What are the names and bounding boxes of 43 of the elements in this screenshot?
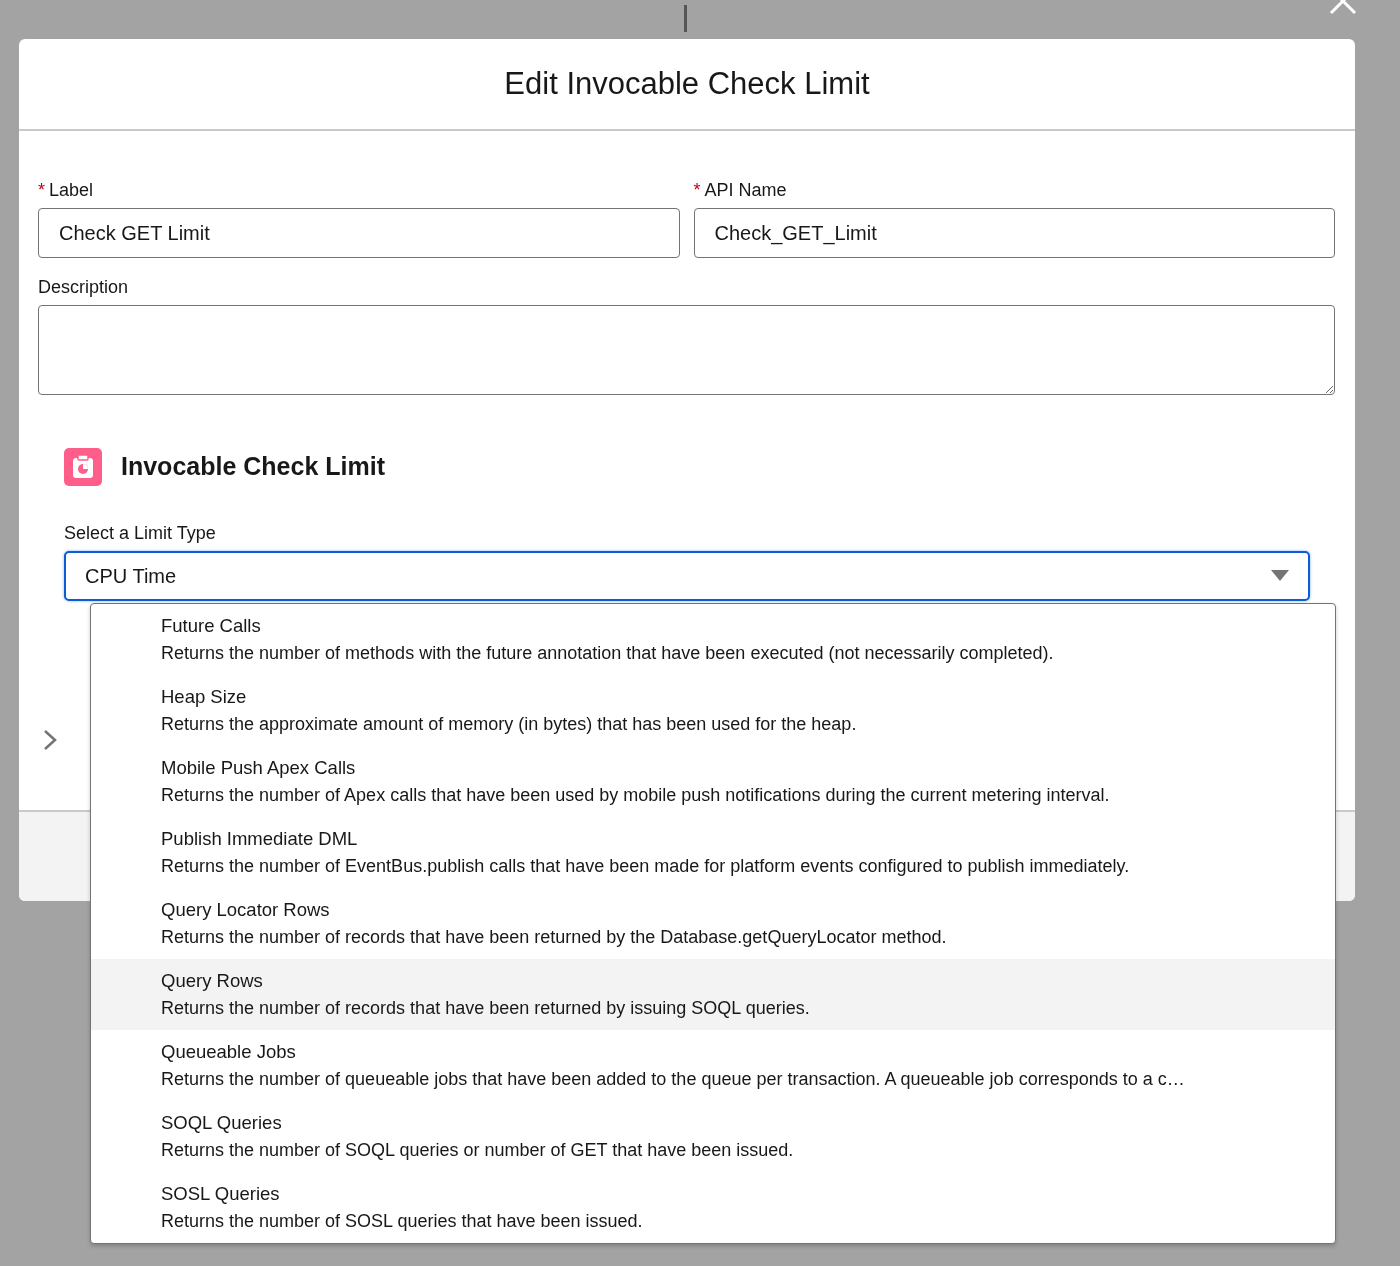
dropdown-option[interactable]: Future Calls Returns the number of methods with the future annotation that have been executed (not necessarily completed). xyxy=(91,604,1335,675)
required-mark: * xyxy=(693,179,701,202)
option-description: Returns the number of SOQL queries or number of GET that have been issued. xyxy=(161,1138,795,1162)
clipboard-icon xyxy=(64,448,102,486)
field-label: Select a Limit Type xyxy=(64,522,217,545)
dropdown-option[interactable]: Mobile Push Apex Calls Returns the number of Apex calls that have been used by mobile push notifications during the current metering interval. xyxy=(91,746,1335,817)
text-field[interactable]: Check_GET_Limit xyxy=(693,208,1335,258)
text-field[interactable]: Check GET Limit xyxy=(38,208,680,258)
chevron-right-icon[interactable] xyxy=(43,729,57,751)
field-label: Description xyxy=(38,276,130,299)
dropdown-option[interactable]: Query Rows Returns the number of records that have been returned by issuing SOQL queries. xyxy=(91,959,1335,1030)
option-description: Returns the number of records that have been returned by issuing SOQL queries. xyxy=(161,996,811,1020)
modal-title: Edit Invocable Check Limit xyxy=(504,64,870,103)
dropdown-option[interactable]: Queueable Jobs Returns the number of queueable jobs that have been added to the queue per transaction. A queueable job corresponds to a c… xyxy=(91,1030,1335,1101)
field-label: Label xyxy=(49,179,94,202)
dropdown-option[interactable]: Heap Size Returns the approximate amount of memory (in bytes) that has been used for the heap. xyxy=(91,675,1335,746)
option-description: Returns the number of EventBus.publish calls that have been made for platform events configured to publish immediately. xyxy=(161,854,1131,878)
required-mark: * xyxy=(38,179,45,202)
dropdown-caret-icon xyxy=(1271,570,1289,582)
divider-mark xyxy=(684,5,687,32)
option-name: SOQL Queries xyxy=(161,1111,283,1136)
dropdown-option[interactable]: Publish Immediate DML Returns the number of EventBus.publish calls that have been made for platform events configured to publish immediately. xyxy=(91,817,1335,888)
option-name: SOSL Queries xyxy=(161,1182,281,1207)
option-name: Query Locator Rows xyxy=(161,898,331,923)
dropdown-option[interactable]: SOQL Queries Returns the number of SOQL queries or number of GET that have been issued. xyxy=(91,1101,1335,1172)
field-label: API Name xyxy=(704,179,787,202)
option-name: Heap Size xyxy=(161,685,248,710)
option-name: Queueable Jobs xyxy=(161,1040,297,1065)
option-description: Returns the approximate amount of memory (in bytes) that has been used for the heap. xyxy=(161,712,858,736)
option-description: Returns the number of methods with the future annotation that have been executed (not necessarily completed). xyxy=(161,641,1055,665)
option-name: Publish Immediate DML xyxy=(161,827,359,852)
option-description: Returns the number of SOSL queries that have been issued. xyxy=(161,1209,644,1233)
option-name: Query Rows xyxy=(161,969,264,994)
dropdown-option[interactable]: Query Locator Rows Returns the number of records that have been returned by the Database.getQueryLocator method. xyxy=(91,888,1335,959)
description-field[interactable] xyxy=(38,305,1335,395)
option-name: Future Calls xyxy=(161,614,262,639)
option-description: Returns the number of records that have been returned by the Database.getQueryLocator method. xyxy=(161,925,948,949)
option-name: Mobile Push Apex Calls xyxy=(161,756,357,781)
option-description: Returns the number of queueable jobs that have been added to the queue per transaction. A queueable job corresponds to a c… xyxy=(161,1067,1186,1091)
limit-type-select[interactable]: CPU Time xyxy=(64,551,1310,601)
dropdown-option[interactable]: SOSL Queries Returns the number of SOSL queries that have been issued. xyxy=(91,1172,1335,1243)
section-title: Invocable Check Limit xyxy=(121,451,385,483)
option-description: Returns the number of Apex calls that have been used by mobile push notifications during the current metering interval. xyxy=(161,783,1111,807)
